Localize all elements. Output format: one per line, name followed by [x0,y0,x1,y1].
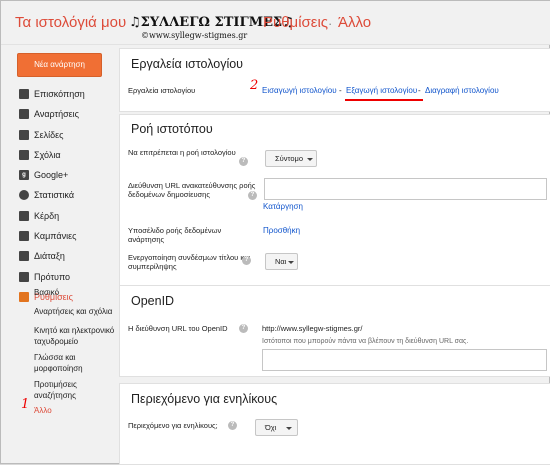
redirect-url-label: Διεύθυνση URL ανακατεύθυνσης ροής δεδομέ… [128,181,263,199]
section-title: Εργαλεία ιστολογίου [131,57,244,71]
sidebar-nav: Επισκόπηση Αναρτήσεις Σελίδες Σχόλια g Go… [1,84,119,307]
adult-content-value: Όχι [265,423,277,432]
sidebar-item-label: Διάταξη [34,251,65,262]
sidebar: Νέα ανάρτηση Επισκόπηση Αναρτήσεις Σελίδ… [1,46,119,465]
settings-sub-other[interactable]: Άλλο [34,405,118,416]
sidebar-item-label: Google+ [34,170,69,181]
sidebar-item-pages[interactable]: Σελίδες [1,125,119,145]
breadcrumb-separator: · [328,16,333,31]
new-post-button[interactable]: Νέα ανάρτηση [17,53,102,77]
redirect-url-label-text: Διεύθυνση URL ανακατεύθυνσης ροής δεδομέ… [128,181,256,199]
openid-url-label: Η διεύθυνση URL του OpenID [128,324,256,333]
openid-url-label-text: Η διεύθυνση URL του OpenID [128,324,228,333]
breadcrumb-current: Άλλο [338,14,372,31]
chevron-down-icon [307,158,313,161]
help-icon[interactable]: ? [228,421,237,430]
document-icon [19,109,29,120]
sidebar-item-label: Καμπάνιες [34,231,77,242]
sidebar-item-label: Σελίδες [34,129,64,140]
house-icon [19,89,29,99]
openid-note: Ιστότοποι που μπορούν πάντα να βλέπουν τ… [262,338,469,345]
import-blog-link[interactable]: Εισαγωγή ιστολογίου [262,86,337,95]
link-separator: - [418,86,421,95]
header: Τα ιστολόγιά μου ♫ΣΥΛΛΕΓΩ ΣΤΙΓΜΕΣ♫ · Ρυθ… [1,1,550,45]
blogger-settings-window: Τα ιστολόγιά μου ♫ΣΥΛΛΕΓΩ ΣΤΙΓΜΕΣ♫ · Ρυθ… [0,0,550,465]
page-icon [19,129,29,140]
chevron-down-icon [288,261,294,264]
allow-feed-label-text: Να επιτρέπεται η ροή ιστολογίου [128,148,236,157]
sidebar-item-earnings[interactable]: Κέρδη [1,206,119,226]
watermark-subtitle: ©www.syllegw-stigmes.gr [141,31,248,40]
export-blog-link[interactable]: Εξαγωγή ιστολογίου [346,86,417,95]
openid-url-value: http://www.syllegw-stigmes.gr/ [262,324,363,333]
allow-feed-dropdown[interactable]: Σύντομο [265,150,317,167]
settings-sub-language[interactable]: Γλώσσα και μορφοποίηση [34,352,118,374]
blog-tools-label: Εργαλεία ιστολογίου [128,86,196,95]
title-links-label: Ενεργοποίηση συνδέσμων τίτλου και συμπερ… [128,253,258,271]
breadcrumb-separator: · [252,16,257,31]
sidebar-item-label: Στατιστικά [34,190,75,201]
sidebar-item-label: Πρότυπο [34,271,71,282]
title-links-label-text: Ενεργοποίηση συνδέσμων τίτλου και συμπερ… [128,253,251,271]
breadcrumb-my-blogs-link[interactable]: Τα ιστολόγιά μου [15,14,126,31]
sidebar-item-posts[interactable]: Αναρτήσεις [1,104,119,124]
sidebar-item-stats[interactable]: Στατιστικά [1,185,119,205]
feed-footer-label: Υποσέλιδο ροής δεδομένων ανάρτησης [128,226,253,244]
settings-sub-mobile-email[interactable]: Κινητό και ηλεκτρονικό ταχυδρομείο [34,325,118,347]
section-title: Ροή ιστοτόπου [131,122,213,136]
sidebar-item-label: Σχόλια [34,149,61,160]
help-icon[interactable]: ? [239,324,248,333]
help-icon[interactable]: ? [239,157,248,166]
title-links-dropdown[interactable]: Ναι [265,253,298,270]
annotation-number-1: 1 [21,397,30,412]
sidebar-item-comments[interactable]: Σχόλια [1,145,119,165]
pie-chart-icon [19,190,29,201]
sidebar-item-overview[interactable]: Επισκόπηση [1,84,119,104]
layout-icon [19,251,29,262]
title-links-value: Ναι [275,257,287,266]
sidebar-item-template[interactable]: Πρότυπο [1,267,119,287]
trophy-icon [19,210,29,221]
blog-tools-section: Εργαλεία ιστολογίου Εργαλεία ιστολογίου … [119,48,550,112]
openid-section: OpenID Η διεύθυνση URL του OpenID ? http… [119,285,550,377]
settings-sub-search-prefs[interactable]: Προτιμήσεις αναζήτησης [34,379,118,401]
chevron-down-icon [286,427,292,430]
red-underline-mark [345,99,423,101]
megaphone-icon [19,231,29,242]
adult-content-dropdown[interactable]: Όχι [255,419,298,436]
delete-blog-link[interactable]: Διαγραφή ιστολογίου [425,86,499,95]
allow-feed-value: Σύντομο [275,154,304,163]
adult-content-label-text: Περιεχόμενο για ενηλίκους; [128,421,218,430]
section-title: OpenID [131,294,175,308]
sidebar-item-label: Επισκόπηση [34,89,85,99]
main-content: Εργαλεία ιστολογίου Εργαλεία ιστολογίου … [119,46,550,465]
redirect-url-input[interactable] [264,178,547,200]
adult-content-section: Περιεχόμενο για ενηλίκους Περιεχόμενο γι… [119,383,550,465]
sidebar-item-label: Αναρτήσεις [34,109,79,120]
section-title: Περιεχόμενο για ενηλίκους [131,392,278,406]
help-icon[interactable]: ? [248,191,257,200]
feed-footer-label-text: Υποσέλιδο ροής δεδομένων ανάρτησης [128,226,222,244]
template-icon [19,271,29,282]
openid-sites-input[interactable] [262,349,547,371]
help-icon[interactable]: ? [242,256,251,265]
sidebar-item-label: Κέρδη [34,210,60,221]
link-separator: - [339,86,342,95]
breadcrumb-settings-link[interactable]: Ρυθμίσεις [263,14,328,31]
google-plus-icon: g [19,170,29,181]
sidebar-item-layout[interactable]: Διάταξη [1,246,119,266]
settings-sub-basic[interactable]: Βασικό [34,287,118,298]
sidebar-item-google-plus[interactable]: g Google+ [1,165,119,185]
sidebar-item-campaigns[interactable]: Καμπάνιες [1,226,119,246]
annotation-number-2: 2 [250,78,259,93]
remove-redirect-link[interactable]: Κατάργηση [263,202,303,211]
settings-sub-posts-comments[interactable]: Αναρτήσεις και σχόλια [34,306,118,317]
comment-icon [19,149,29,160]
add-feed-footer-link[interactable]: Προσθήκη [263,226,300,235]
wrench-icon [19,291,29,302]
allow-feed-label: Να επιτρέπεται η ροή ιστολογίου [128,148,256,157]
